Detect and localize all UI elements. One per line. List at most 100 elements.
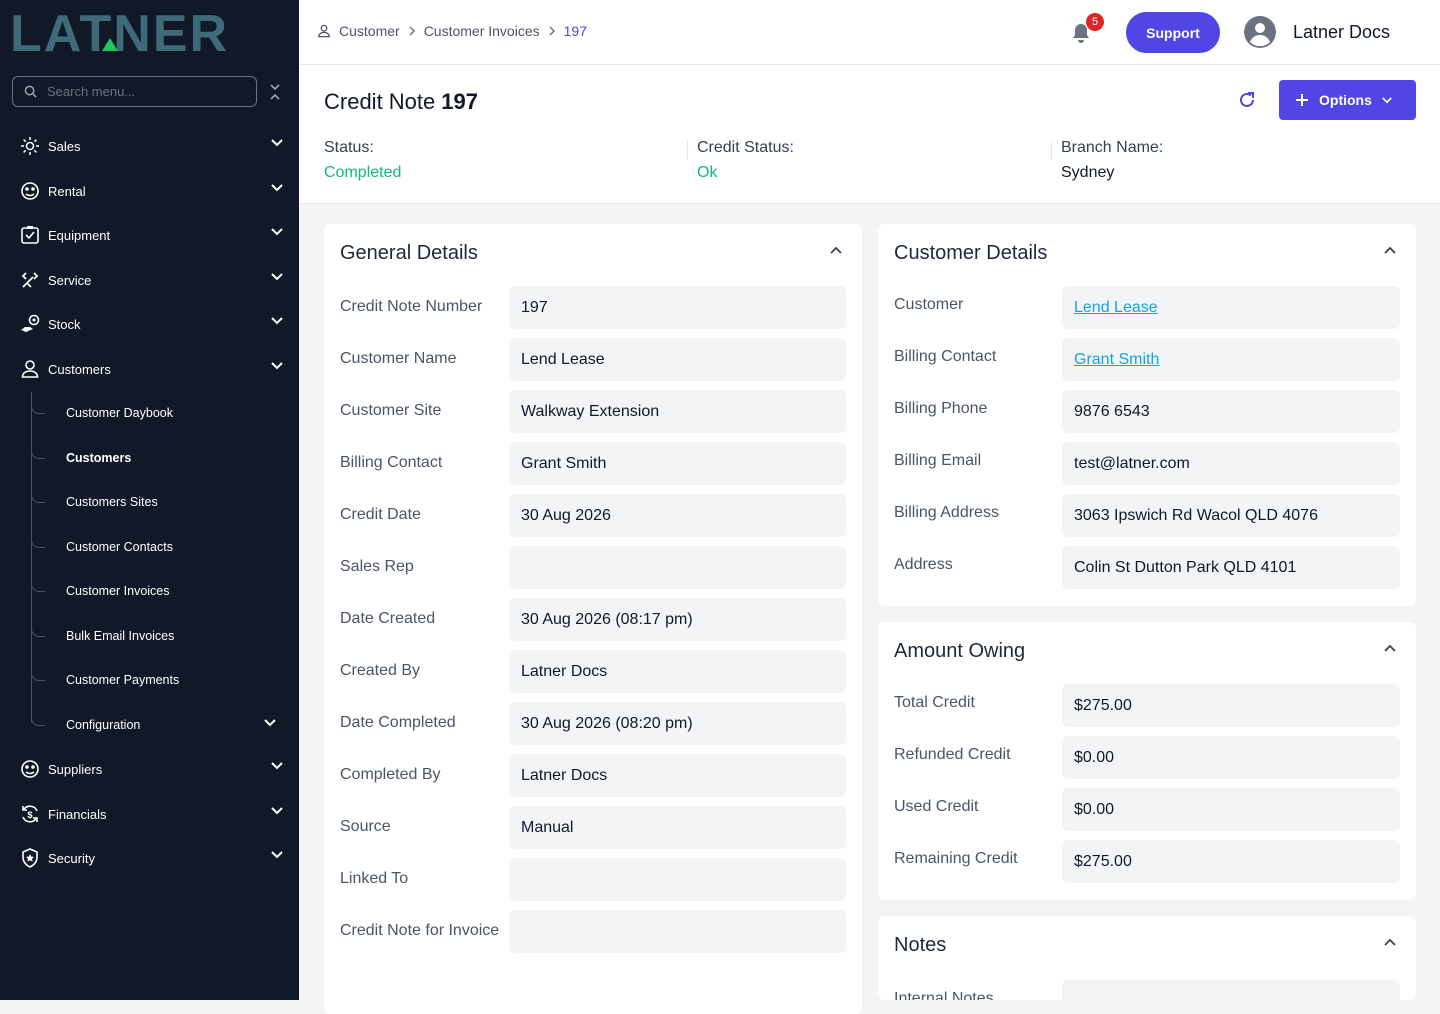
sidebar-item-label: Suppliers [48,761,103,777]
support-button[interactable]: Support [1126,12,1220,53]
branch-label: Branch Name: [1061,139,1164,156]
options-button[interactable]: Options [1279,80,1416,120]
date-created-label: Date Created [340,610,436,627]
customer-details-card: Customer Details Customer Lend Lease Billi… [878,224,1416,606]
remaining-credit-field: $275.00 [1062,840,1400,883]
sidebar: LATNER Sales Rental Equipment Service St… [0,0,299,1000]
credit-status-field: Credit Status: Ok [697,139,794,182]
billing-address-field: 3063 Ipswich Rd Wacol QLD 4076 [1062,494,1400,537]
total-credit-field: $275.00 [1062,684,1400,727]
sales-rep-field [509,546,846,589]
sidebar-item-label: Security [48,850,95,866]
sidebar-item-label: Equipment [48,227,111,243]
customer-field: Lend Lease [1062,286,1400,329]
amount-owing-card: Amount Owing Total Credit $275.00 Refunded… [878,622,1416,900]
sidebar-item-suppliers[interactable]: Suppliers [0,751,299,787]
chevron-right-icon [549,26,555,36]
chevron-down-icon [264,719,276,727]
date-created-field: 30 Aug 2026 (08:17 pm) [509,598,846,641]
used-credit-label: Used Credit [894,798,979,815]
customer-name-field: Lend Lease [509,338,846,381]
page-header: Credit Note 197 Options Status: Completed… [299,65,1440,204]
sidebar-item-equipment[interactable]: Equipment [0,217,299,253]
billing-contact-field: Grant Smith [1062,338,1400,381]
created-by-label: Created By [340,662,421,679]
sidebar-subitem-configuration[interactable]: Configuration [31,710,299,740]
sidebar-subitem-customers-sites[interactable]: Customers Sites [31,487,299,517]
date-completed-field: 30 Aug 2026 (08:20 pm) [509,702,846,745]
chevron-down-icon [271,184,283,192]
menu-search-input[interactable] [47,84,237,99]
sidebar-item-rental[interactable]: Rental [0,173,299,209]
refunded-credit-field: $0.00 [1062,736,1400,779]
sidebar-item-label: Rental [48,183,86,199]
chevron-up-icon[interactable] [1384,644,1396,652]
sidebar-subitem-bulk-email-invoices[interactable]: Bulk Email Invoices [31,621,299,651]
chevron-down-icon [271,317,283,325]
user-icon [318,24,330,38]
financials-icon: $ [19,803,41,825]
sidebar-subitem-customer-invoices[interactable]: Customer Invoices [31,576,299,606]
status-label: Status: [324,139,374,156]
general-details-card: General Details Credit Note Number 197 Cus… [324,224,862,1014]
subitem-label: Configuration [66,718,141,732]
billing-address-label: Billing Address [894,504,999,521]
sidebar-subitem-customer-daybook[interactable]: Customer Daybook [31,398,299,428]
branch-value: Sydney [1061,164,1115,181]
sidebar-item-sales[interactable]: Sales [0,128,299,164]
sidebar-item-customers[interactable]: Customers [0,351,299,387]
chevron-up-icon[interactable] [1384,938,1396,946]
equipment-icon [19,224,41,246]
sidebar-item-security[interactable]: Security [0,840,299,876]
credit-status-value: Ok [697,164,718,181]
chevron-up-icon[interactable] [830,246,842,254]
options-label: Options [1319,92,1372,108]
latner-logo[interactable]: LATNER [10,5,280,63]
credit-note-for-invoice-label: Credit Note for Invoice [340,922,500,939]
credit-note-number-field: 197 [509,286,846,329]
credit-date-label: Credit Date [340,506,421,523]
suppliers-icon [19,758,41,780]
chevron-up-icon[interactable] [1384,246,1396,254]
refresh-icon[interactable] [1237,90,1257,110]
credit-status-label: Credit Status: [697,139,794,156]
customer-name-label: Customer Name [340,350,457,367]
svg-text:LATNER: LATNER [10,12,229,54]
notes-card: Notes Internal Notes [878,916,1416,1000]
breadcrumb: Customer Customer Invoices 197 [317,23,587,39]
billing-email-field: test@latner.com [1062,442,1400,485]
avatar[interactable] [1244,16,1276,48]
sidebar-item-label: Financials [48,806,107,822]
address-field: Colin St Dutton Park QLD 4101 [1062,546,1400,589]
breadcrumb-customer[interactable]: Customer [339,23,400,39]
sidebar-item-label: Service [48,272,92,288]
subitem-label: Customer Payments [66,673,180,687]
customer-link[interactable]: Lend Lease [1074,299,1158,317]
sidebar-item-financials[interactable]: $ Financials [0,796,299,832]
subitem-label: Bulk Email Invoices [66,629,175,643]
sidebar-subitem-customer-payments[interactable]: Customer Payments [31,665,299,695]
chevron-down-icon [1382,96,1392,103]
rental-icon [19,180,41,202]
sidebar-item-service[interactable]: Service [0,262,299,298]
user-name[interactable]: Latner Docs [1293,22,1390,43]
sales-icon [19,135,41,157]
sidebar-item-stock[interactable]: Stock [0,306,299,342]
refunded-credit-label: Refunded Credit [894,746,1011,763]
collapse-menu-icon[interactable] [268,82,282,102]
customer-site-label: Customer Site [340,402,442,419]
search-icon [24,85,37,98]
internal-notes-field[interactable] [1062,980,1400,1000]
svg-text:$: $ [27,810,32,820]
billing-contact-link[interactable]: Grant Smith [1074,351,1159,369]
breadcrumb-customer-invoices[interactable]: Customer Invoices [424,23,540,39]
used-credit-field: $0.00 [1062,788,1400,831]
sidebar-subitem-customer-contacts[interactable]: Customer Contacts [31,532,299,562]
sidebar-subitem-customers[interactable]: Customers [31,443,299,473]
credit-note-number: 197 [441,89,478,114]
billing-phone-label: Billing Phone [894,400,988,417]
page-title: Credit Note 197 [324,89,478,115]
menu-search[interactable] [12,76,257,107]
sales-rep-label: Sales Rep [340,558,414,575]
linked-to-label: Linked To [340,870,409,887]
